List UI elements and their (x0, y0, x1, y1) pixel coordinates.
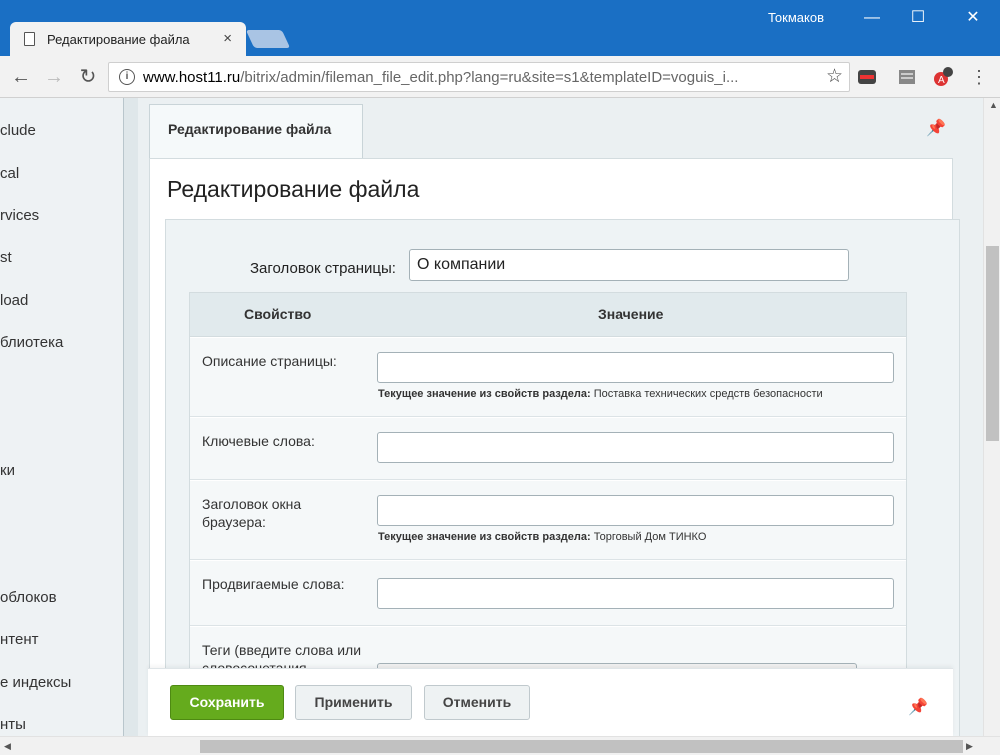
browser-tab-title: Редактирование файла (47, 31, 190, 47)
extension-icon[interactable] (896, 66, 918, 88)
keywords-input[interactable] (377, 432, 894, 463)
url-host: www.host11.ru (143, 68, 241, 86)
table-row: Заголовок окна браузера: Текущее значени… (190, 481, 906, 560)
sidebar-item[interactable]: st (0, 249, 12, 266)
back-arrow-icon[interactable]: ← (8, 64, 34, 90)
scroll-up-arrow-icon[interactable]: ▲ (989, 100, 998, 110)
tab-edit-file[interactable]: Редактирование файла (149, 104, 363, 158)
info-icon[interactable]: i (119, 69, 135, 85)
maximize-icon[interactable]: ☐ (903, 4, 933, 32)
row-label: Описание страницы: (202, 353, 337, 369)
page-title: Редактирование файла (167, 176, 420, 202)
incognito-extension-icon[interactable] (856, 66, 878, 88)
sidebar-item[interactable]: load (0, 292, 28, 309)
row-label: Продвигаемые слова: (202, 576, 345, 592)
page-header-label: Заголовок страницы: (250, 260, 396, 277)
horizontal-scroll-thumb[interactable] (200, 740, 963, 753)
sidebar-item[interactable]: cal (0, 165, 19, 182)
row-label: Заголовок окна браузера: (202, 496, 302, 530)
sidebar-item[interactable]: е индексы (0, 674, 71, 691)
properties-header: Свойство Значение (190, 293, 906, 337)
form-footer: Сохранить Применить Отменить 📌 (148, 668, 953, 736)
vertical-scroll-thumb[interactable] (986, 246, 999, 441)
table-row: Продвигаемые слова: (190, 561, 906, 626)
url-path: /bitrix/admin/fileman_file_edit.php?lang… (240, 68, 739, 86)
url-text[interactable]: www.host11.ru/bitrix/admin/fileman_file_… (143, 69, 833, 86)
save-button[interactable]: Сохранить (170, 685, 284, 720)
address-bar[interactable]: i www.host11.ru/bitrix/admin/fileman_fil… (108, 62, 850, 92)
sidebar-item[interactable]: облоков (0, 589, 57, 606)
sidebar-item[interactable]: нты (0, 716, 26, 733)
column-header-property: Свойство (244, 306, 312, 322)
sidebar-item[interactable]: clude (0, 122, 36, 139)
browser-title-bar: Редактирование файла × Токмаков — ☐ ✕ (0, 0, 1000, 56)
forward-arrow-icon[interactable]: → (41, 64, 67, 90)
hint-value: Поставка технических средств безопасност… (593, 388, 823, 400)
hint-value: Торговый Дом ТИНКО (593, 531, 707, 543)
sidebar-item[interactable]: ки (0, 462, 15, 479)
sidebar-resize-handle[interactable] (124, 98, 138, 736)
hint-prefix: Текущее значение из свойств раздела: (378, 388, 591, 400)
edit-form: Заголовок страницы: Свойство Значение Оп… (165, 219, 960, 736)
new-tab-button[interactable] (245, 30, 291, 48)
browser-title-input[interactable] (377, 495, 894, 526)
promoted-words-input[interactable] (377, 578, 894, 609)
scroll-left-arrow-icon[interactable]: ◀ (4, 741, 11, 752)
browser-tab[interactable]: Редактирование файла × (10, 22, 246, 56)
horizontal-scrollbar[interactable]: ◀ ▶ (0, 736, 1000, 755)
close-window-icon[interactable]: ✕ (958, 4, 988, 32)
column-header-value: Значение (598, 306, 664, 322)
svg-text:A: A (938, 75, 945, 86)
vertical-scrollbar[interactable]: ▲ (983, 98, 1000, 738)
bookmark-star-icon[interactable]: ☆ (826, 65, 843, 88)
minimize-icon[interactable]: — (857, 4, 887, 32)
sidebar-item[interactable]: нтент (0, 631, 38, 648)
main-panel: Редактирование файла 📌 Редактирование фа… (138, 98, 983, 736)
hint-prefix: Текущее значение из свойств раздела: (378, 531, 591, 543)
row-label: Ключевые слова: (202, 433, 315, 449)
content-panel: Редактирование файла Заголовок страницы:… (149, 158, 960, 736)
browser-toolbar: ← → ↻ i www.host11.ru/bitrix/admin/filem… (0, 56, 1000, 98)
cancel-button[interactable]: Отменить (424, 685, 530, 720)
sidebar-item[interactable]: блиотека (0, 334, 63, 351)
description-input[interactable] (377, 352, 894, 383)
table-row: Ключевые слова: (190, 418, 906, 480)
adblock-extension-icon[interactable]: A (932, 66, 954, 88)
row-hint: Текущее значение из свойств раздела: Пос… (378, 388, 823, 400)
admin-sidebar: clude cal rvices st load блиотека ки обл… (0, 98, 124, 736)
pin-icon[interactable]: 📌 (926, 118, 946, 138)
menu-dots-icon[interactable]: ⋮ (966, 64, 992, 90)
page-header-input[interactable] (409, 249, 849, 281)
document-icon (24, 32, 35, 46)
table-row: Описание страницы: Текущее значение из с… (190, 338, 906, 417)
scroll-right-arrow-icon[interactable]: ▶ (966, 741, 973, 752)
apply-button[interactable]: Применить (295, 685, 412, 720)
reload-icon[interactable]: ↻ (75, 64, 101, 90)
sidebar-item[interactable]: rvices (0, 207, 39, 224)
row-hint: Текущее значение из свойств раздела: Тор… (378, 531, 706, 543)
footer-pin-icon[interactable]: 📌 (908, 697, 928, 717)
profile-name[interactable]: Токмаков (768, 10, 824, 25)
close-tab-icon[interactable]: × (223, 30, 232, 47)
